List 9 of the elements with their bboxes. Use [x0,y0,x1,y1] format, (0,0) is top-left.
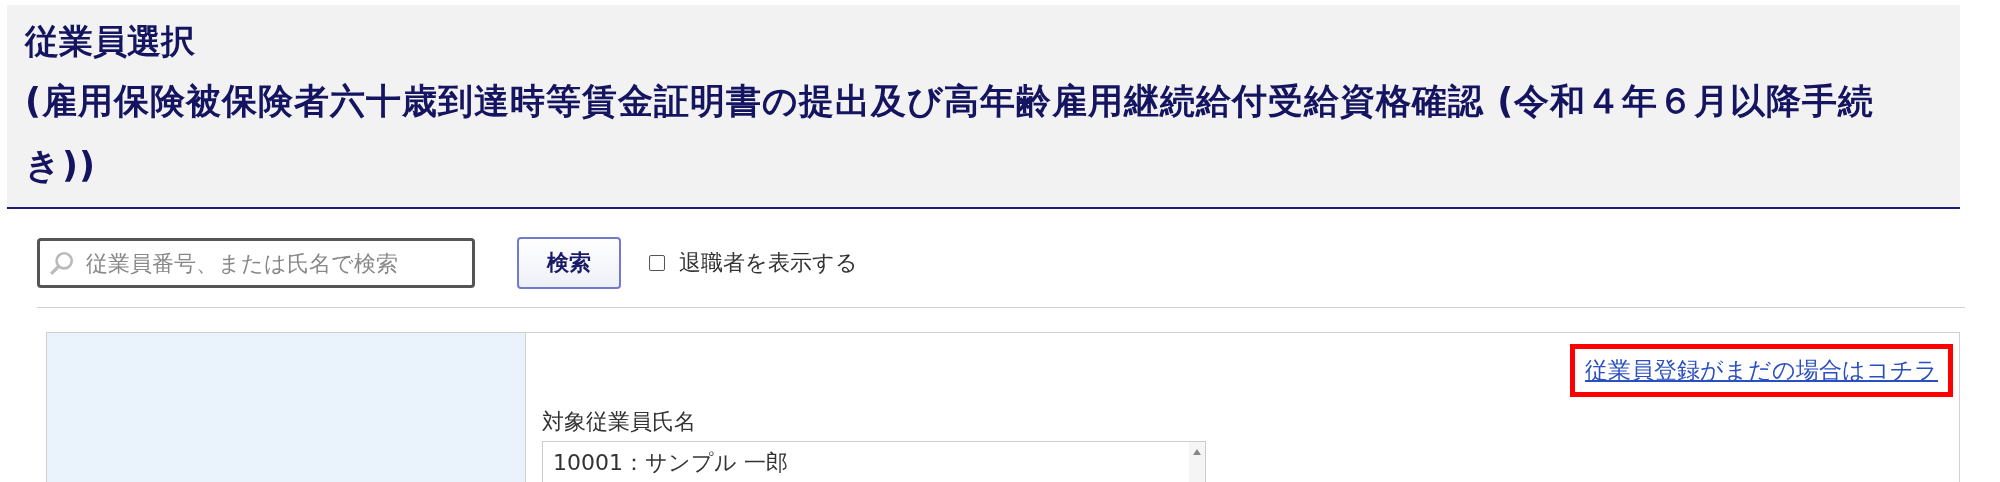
checkbox-label: 退職者を表示する [679,249,858,277]
checkbox[interactable] [649,255,665,271]
page-subtitle: (雇用保険被保険者六十歳到達時等賃金証明書の提出及び高年齢雇用継続給付受給資格確認 (令和４年６月以降手続き)) [25,80,1876,187]
search-field[interactable]: 従業員番号、または氏名で検索 [37,238,475,288]
search-button[interactable]: 検索 [517,237,621,289]
register-link[interactable]: 従業員登録がまだの場合はコチラ [1570,343,1953,397]
field-label: 対象従業員氏名 [542,408,697,436]
scroll-up-icon[interactable] [1192,448,1202,456]
page-title: 従業員選択 [25,20,196,63]
